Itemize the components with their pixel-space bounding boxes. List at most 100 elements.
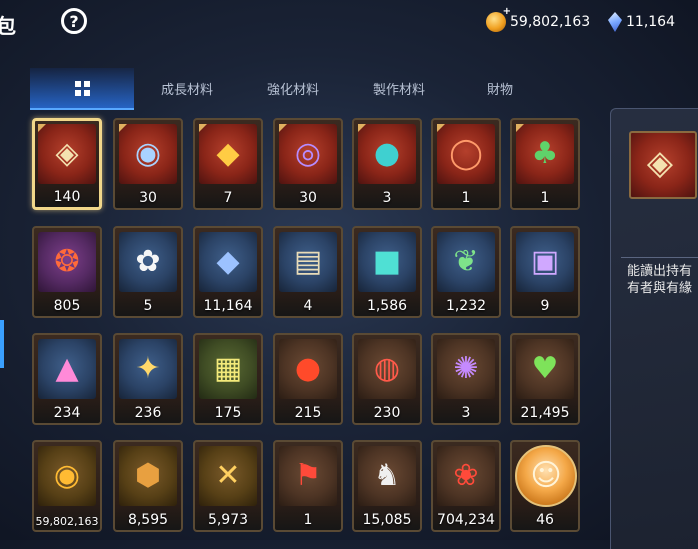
item-slot-gold-coin[interactable]: ◉ 59,802,163: [32, 440, 102, 532]
gold-currency[interactable]: + 59,802,163: [486, 6, 591, 32]
winged-eye-icon: ◉: [119, 124, 177, 184]
gem-pile-icon: ▲: [38, 339, 96, 399]
teal-cube-icon: ■: [358, 232, 416, 292]
corner-ornament: [119, 124, 127, 132]
item-slot-rune-disc[interactable]: ◎ 30: [273, 118, 343, 210]
corner-ornament: [437, 124, 445, 132]
purple-seal-icon: ✺: [437, 339, 495, 399]
eye-emblem-icon: ◈: [38, 124, 96, 184]
item-count: 7: [223, 190, 233, 206]
scroll-indicator: [0, 320, 4, 368]
banner-icon: ⚑: [279, 446, 337, 506]
blue-crystal-icon: ◆: [199, 232, 257, 292]
item-slot-purple-seal[interactable]: ✺ 3: [431, 333, 501, 425]
item-count: 805: [53, 298, 81, 314]
tab-treasure[interactable]: 財物: [452, 68, 548, 108]
item-slot-crossed-badge[interactable]: ✕ 5,973: [193, 440, 263, 532]
item-slot-chess-knight[interactable]: ♞ 15,085: [352, 440, 422, 532]
tab-enhance-materials[interactable]: 強化材料: [240, 68, 346, 108]
item-count: 1,586: [366, 298, 408, 314]
item-slot-teal-pendant[interactable]: ● 3: [352, 118, 422, 210]
crystal-gem-icon: [608, 12, 622, 32]
red-band-icon: ◍: [358, 339, 416, 399]
item-slot-winged-eye[interactable]: ◉ 30: [113, 118, 183, 210]
knight-piece-icon: ♞: [358, 446, 416, 506]
item-count: 3: [382, 190, 392, 206]
item-slot-character-card[interactable]: ▦ 175: [193, 333, 263, 425]
item-count: 30: [299, 190, 317, 206]
item-count: 4: [303, 298, 313, 314]
item-count: 215: [294, 405, 322, 421]
item-slot-magic-card[interactable]: ▣ 9: [510, 226, 580, 318]
gold-coin-icon: ◉: [38, 446, 96, 506]
detail-divider: [621, 257, 698, 258]
corner-ornament: [516, 124, 524, 132]
magic-card-icon: ▣: [516, 232, 574, 292]
tab-craft-materials[interactable]: 製作材料: [346, 68, 452, 108]
item-slot-hero-portrait[interactable]: ☺ 46: [510, 440, 580, 532]
item-slot-lava-orb[interactable]: ● 215: [273, 333, 343, 425]
item-count: 9: [540, 298, 550, 314]
item-slot-golden-shard[interactable]: ◆ 7: [193, 118, 263, 210]
heart-icon: ♥: [516, 339, 574, 399]
item-count: 30: [139, 190, 157, 206]
bracelet-icon: ❂: [38, 232, 96, 292]
item-slot-white-lily[interactable]: ✿ 5: [113, 226, 183, 318]
item-count: 1: [461, 190, 471, 206]
item-slot-fire-bracelet[interactable]: ❂ 805: [32, 226, 102, 318]
item-slot-war-banner[interactable]: ⚑ 1: [273, 440, 343, 532]
corner-ornament: [199, 124, 207, 132]
item-count: 230: [373, 405, 401, 421]
item-slot-tree-pendant[interactable]: ♣ 1: [510, 118, 580, 210]
crystal-amount: 11,164: [626, 14, 675, 30]
item-count: 1: [303, 512, 313, 528]
item-slot-blue-ring-pendant[interactable]: ◯ 1: [431, 118, 501, 210]
lily-flower-icon: ✿: [119, 232, 177, 292]
crystal-currency[interactable]: 11,164: [608, 12, 675, 32]
item-count: 11,164: [203, 298, 253, 314]
item-count: 704,234: [437, 512, 495, 528]
lava-orb-icon: ●: [279, 339, 337, 399]
tab-all[interactable]: [30, 68, 134, 110]
red-crest-icon: ❀: [437, 446, 495, 506]
item-count: 15,085: [362, 512, 412, 528]
character-card-icon: ▦: [199, 339, 257, 399]
eye-emblem-icon: ◈: [629, 131, 697, 199]
open-book-icon: ▤: [279, 232, 337, 292]
item-slot-green-heart[interactable]: ♥ 21,495: [510, 333, 580, 425]
tree-pendant-icon: ♣: [516, 124, 574, 184]
category-tabs: 成長材料 強化材料 製作材料 財物: [30, 68, 560, 110]
item-count: 1,232: [445, 298, 487, 314]
item-count: 5,973: [207, 512, 249, 528]
crossed-swords-badge-icon: ✕: [199, 446, 257, 506]
item-slot-pink-gem-pile[interactable]: ▲ 234: [32, 333, 102, 425]
corner-ornament: [38, 124, 46, 132]
item-detail-panel: ◈ 能讀出持有 有者與有緣: [610, 108, 698, 549]
item-count: 3: [461, 405, 471, 421]
item-slot-eye-emblem[interactable]: ◈ 140: [32, 118, 102, 210]
corner-ornament: [279, 124, 287, 132]
question-circle-icon[interactable]: ?: [61, 8, 87, 34]
description-line-1: 能讀出持有: [627, 264, 693, 279]
item-count: 236: [134, 405, 162, 421]
item-slot-red-crest[interactable]: ❀ 704,234: [431, 440, 501, 532]
gold-coin-icon: +: [486, 6, 511, 32]
top-bar: 包 ? + 59,802,163 11,164: [0, 0, 698, 46]
item-slot-teal-cube[interactable]: ■ 1,586: [352, 226, 422, 318]
item-slot-bronze-medal[interactable]: ⬢ 8,595: [113, 440, 183, 532]
item-slot-red-band[interactable]: ◍ 230: [352, 333, 422, 425]
corner-ornament: [358, 124, 366, 132]
grid-icon: [74, 80, 90, 96]
item-count: 175: [214, 405, 242, 421]
item-slot-open-book[interactable]: ▤ 4: [273, 226, 343, 318]
item-slot-green-leaf[interactable]: ❦ 1,232: [431, 226, 501, 318]
item-count: 1: [540, 190, 550, 206]
medal-icon: ⬢: [119, 446, 177, 506]
item-slot-star-compass[interactable]: ✦ 236: [113, 333, 183, 425]
item-description: 能讀出持有 有者與有緣: [627, 263, 698, 297]
gold-amount: 59,802,163: [510, 14, 591, 30]
leaf-icon: ❦: [437, 232, 495, 292]
item-slot-blue-crystal[interactable]: ◆ 11,164: [193, 226, 263, 318]
tab-growth-materials[interactable]: 成長材料: [134, 68, 240, 108]
rune-disc-icon: ◎: [279, 124, 337, 184]
